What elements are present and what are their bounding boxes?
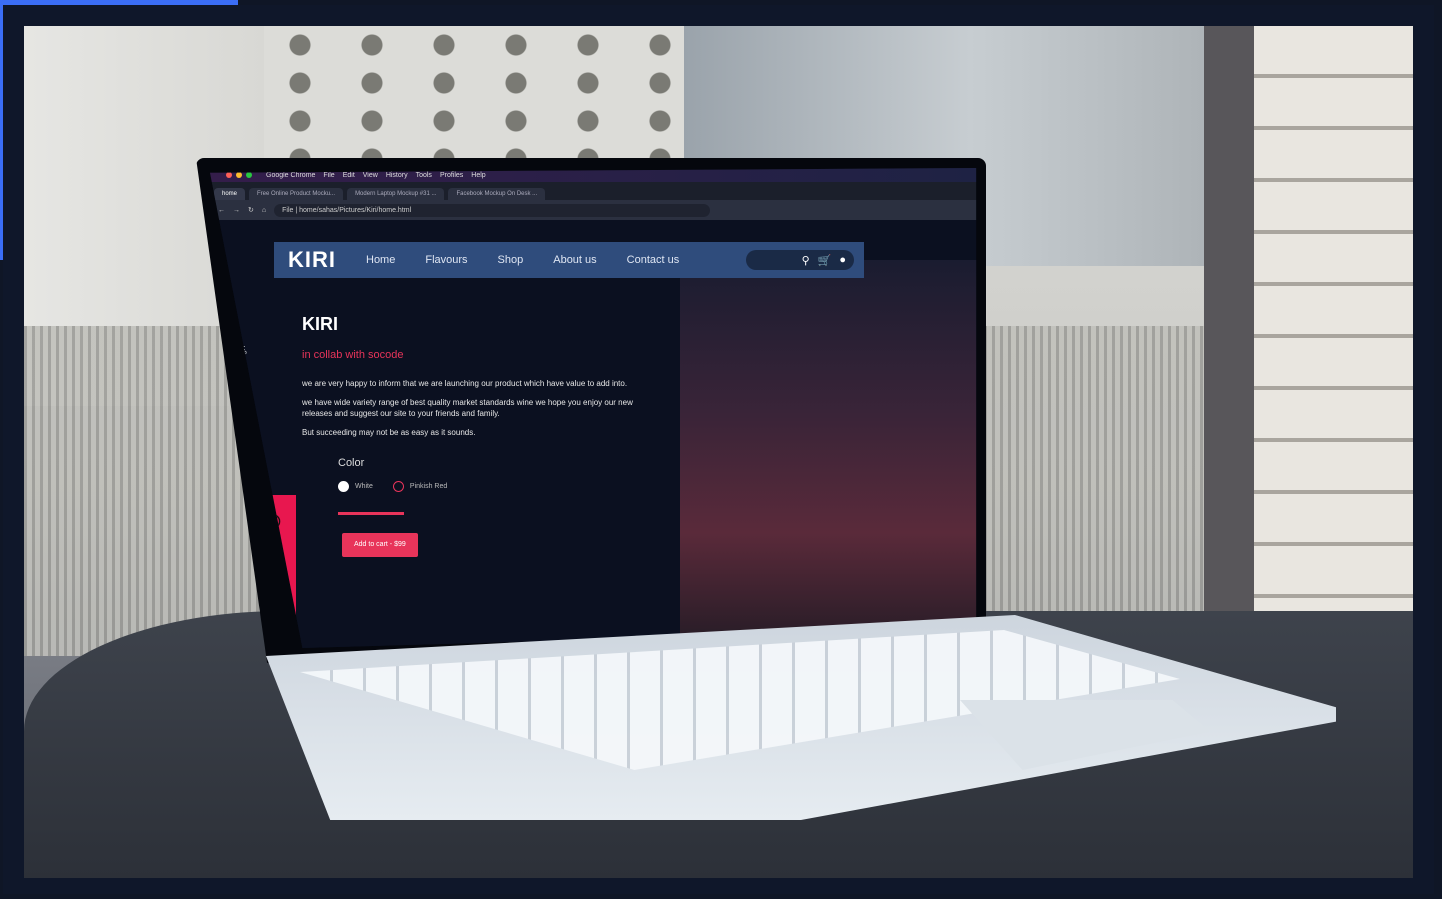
table <box>24 611 1413 878</box>
photo-background <box>24 26 1413 878</box>
image-frame <box>3 5 1434 894</box>
